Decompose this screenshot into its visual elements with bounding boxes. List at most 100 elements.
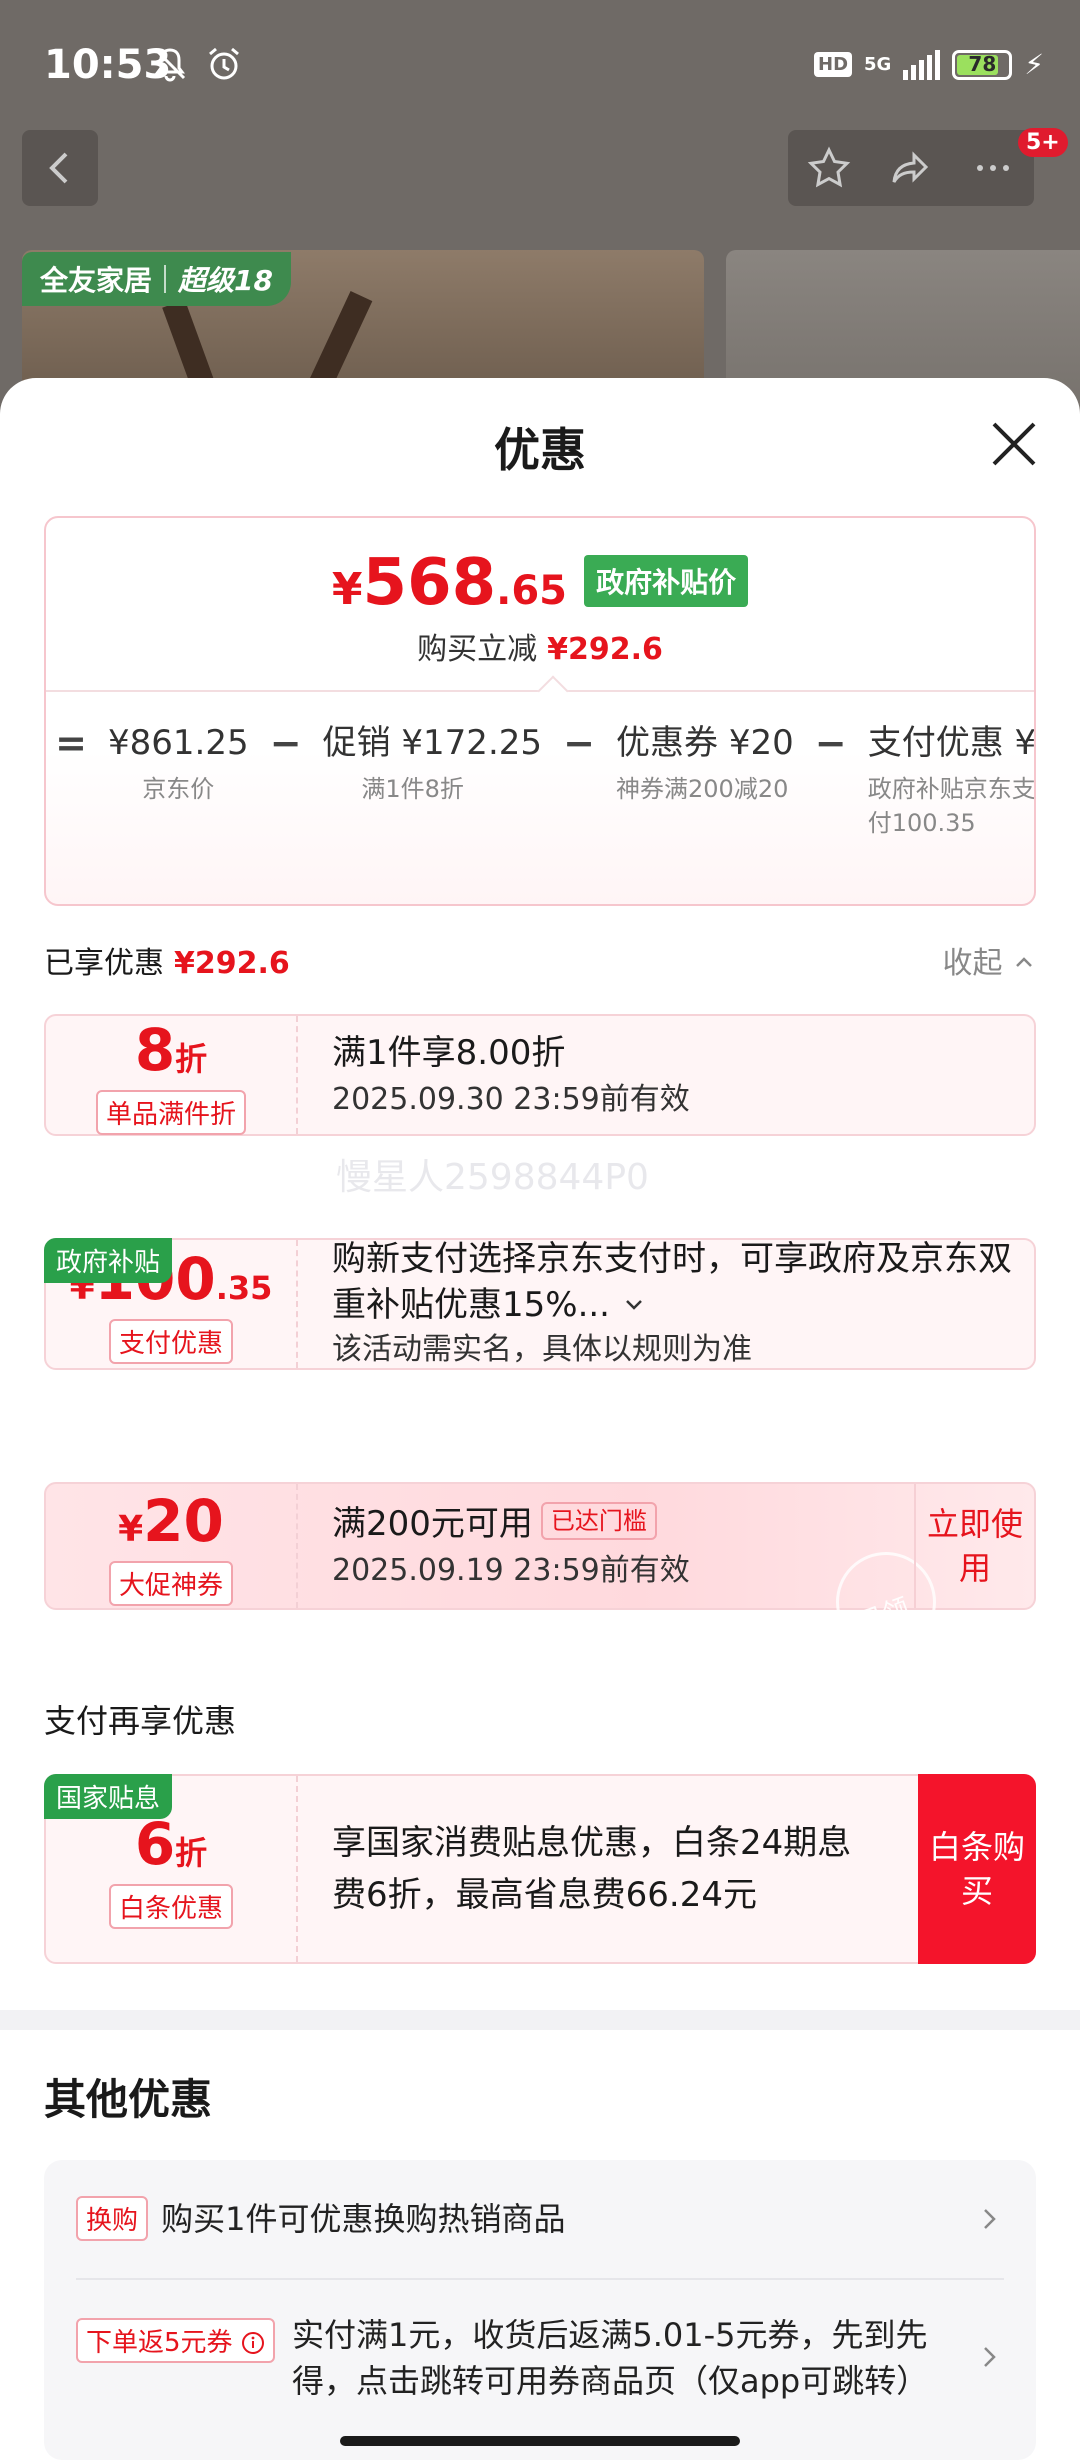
brand-name: 全友家居 — [40, 264, 153, 297]
offer-tag: 换购 — [76, 2196, 149, 2241]
bell-off-icon — [154, 48, 186, 82]
charging-icon: ⚡ — [1024, 48, 1044, 81]
collapse-button[interactable]: 收起 — [942, 938, 1036, 982]
coupon-body[interactable]: 购新支付选择京东支付时，可享政府及京东双重补贴优惠15%... 该活动需实名，具… — [332, 1239, 1014, 1368]
currency-symbol: ¥ — [118, 1508, 144, 1550]
chevron-up-icon — [1016, 957, 1032, 967]
status-right-icons: HD 5G 78 ⚡ — [814, 48, 1044, 81]
chevron-right-icon — [984, 2347, 996, 2367]
coupon-card-baitiao: 6折 白条优惠 享国家消费贴息优惠，白条24期息费6折，最高省息费66.24元 … — [44, 1774, 1036, 1964]
list-item[interactable]: 换购 购买1件可优惠换购热销商品 — [76, 2196, 1004, 2242]
chevron-left-icon — [49, 152, 68, 184]
coupon-type-tag: 大促神券 — [108, 1560, 233, 1606]
coupon-value: 8 — [134, 1015, 176, 1084]
price-formula: = ¥861.25 京东价 − 促销 ¥172.25 满1件8折 − 优惠券 ¥… — [46, 718, 1036, 840]
hd-icon: HD — [814, 52, 853, 77]
gov-subsidy-price-tag: 政府补贴价 — [584, 555, 749, 607]
use-now-button[interactable]: 立即使用 — [914, 1484, 1034, 1608]
formula-operator: − — [814, 721, 847, 765]
user-watermark: 慢星人2598844P0 — [336, 1157, 649, 1198]
alarm-icon — [209, 47, 239, 80]
formula-sub: 神券满200减20 — [616, 775, 789, 803]
formula-amount: 优惠券 ¥20 — [616, 723, 794, 763]
coupon-body: 享国家消费贴息优惠，白条24期息费6折，最高省息费66.24元 — [332, 1776, 884, 1962]
formula-sub: 满1件8折 — [361, 775, 464, 803]
list-item[interactable]: 下单返5元券 实付满1元，收货后返满5.01-5元券，先到先得，点击跳转可用券商… — [76, 2312, 1004, 2404]
home-indicator[interactable] — [340, 2436, 740, 2446]
coupon-body: 满200元可用 已达门槛 2025.09.19 23:59前有效 — [332, 1484, 894, 1608]
corner-tag: 国家贴息 — [44, 1774, 173, 1819]
coupon-title-text: 购新支付选择京东支付时，可享政府及京东双重补贴优惠15%... — [332, 1239, 1012, 1325]
coupon-title: 享国家消费贴息优惠，白条24期息费6折，最高省息费66.24元 — [332, 1823, 852, 1915]
offer-text: 购买1件可优惠换购热销商品 — [161, 2200, 566, 2238]
back-button[interactable] — [22, 130, 98, 206]
coupon-validity: 2025.09.19 23:59前有效 — [332, 1553, 690, 1588]
instant-discount: 购买立减 ¥292.6 — [46, 624, 1034, 668]
formula-operator: − — [269, 721, 302, 765]
coupon-unit: 折 — [175, 1039, 208, 1078]
battery-level: 78 — [968, 51, 997, 76]
coupon-type-tag: 支付优惠 — [108, 1318, 233, 1364]
corner-tag: 政府补贴 — [44, 1238, 173, 1283]
formula-item: ¥861.25 京东价 — [96, 718, 261, 840]
more-icon[interactable] — [968, 143, 1018, 193]
coupon-value-decimal: .35 — [215, 1268, 273, 1307]
network-label: 5G — [864, 53, 892, 75]
instant-discount-label: 购买立减 — [417, 632, 538, 667]
chevron-right-icon — [984, 2209, 996, 2229]
final-price: ¥ 568 .65 — [332, 546, 567, 620]
coupon-value: 20 — [143, 1486, 224, 1555]
close-icon[interactable] — [988, 418, 1040, 470]
brand-tag: 全友家居 超级18 — [22, 252, 291, 306]
status-bar: 10:53 HD 5G 78 ⚡ — [0, 0, 1080, 130]
enjoyed-label: 已享优惠 — [44, 946, 164, 981]
signal-icon — [903, 49, 941, 80]
currency-symbol: ¥ — [331, 564, 363, 615]
header-actions — [788, 130, 1034, 206]
threshold-reached-tag: 已达门槛 — [540, 1502, 657, 1540]
coupon-card-super: ¥20 大促神券 满200元可用 已达门槛 2025.09.19 23:59前有效… — [44, 1482, 1036, 1652]
coupon-note: 该活动需实名，具体以规则为准 — [332, 1332, 752, 1367]
coupon-title: 购新支付选择京东支付时，可享政府及京东双重补贴优惠15%... — [332, 1236, 1014, 1328]
info-icon[interactable] — [241, 2331, 265, 2355]
formula-item: 优惠券 ¥20 神券满200减20 — [604, 718, 806, 840]
chevron-down-icon[interactable] — [621, 1292, 647, 1318]
coupon-title: 满1件享8.00折 — [332, 1033, 566, 1073]
sheet-title: 优惠 — [494, 423, 586, 477]
formula-item: 促销 ¥172.25 满1件8折 — [311, 718, 554, 840]
offer-tag-text: 下单返5元券 — [86, 2328, 233, 2358]
coupon-type-tag: 白条优惠 — [108, 1883, 233, 1929]
claimed-stamp-text: 已领 — [854, 1592, 914, 1639]
battery-icon: 78 — [952, 49, 1013, 80]
formula-sub: 政府补贴京东支付100.35 — [867, 775, 1036, 837]
star-icon[interactable] — [804, 143, 854, 193]
coupon-validity: 2025.09.30 23:59前有效 — [332, 1082, 690, 1117]
enjoyed-discount-row: 已享优惠 ¥292.6 收起 — [44, 938, 1036, 988]
formula-amount: 支付优惠 ¥100.35 — [867, 723, 1036, 763]
coupon-type-tag: 单品满件折 — [95, 1089, 246, 1135]
formula-sub: 京东价 — [142, 775, 215, 803]
coupon-title-text: 满200元可用 — [332, 1504, 533, 1544]
price-decimal: .65 — [496, 568, 567, 614]
coupon-value: 6 — [134, 1809, 176, 1878]
message-badge: 5+ — [1018, 128, 1068, 157]
other-discounts-title: 其他优惠 — [44, 2075, 213, 2124]
offer-text: 实付满1元，收货后返满5.01-5元券，先到先得，点击跳转可用券商品页（仅app… — [292, 2316, 929, 2400]
brand-campaign: 超级18 — [178, 264, 273, 297]
coupon-value-block: 8折 单品满件折 — [46, 1015, 298, 1135]
status-left-icons — [150, 44, 244, 84]
baitiao-buy-button[interactable]: 白条购买 — [918, 1774, 1036, 1964]
price-breakdown-card: ¥ 568 .65 政府补贴价 购买立减 ¥292.6 = ¥861.25 京东价… — [44, 516, 1036, 906]
instant-discount-value: ¥292.6 — [547, 632, 663, 667]
formula-operator: − — [563, 721, 595, 765]
discount-sheet: 优惠 ¥ 568 .65 政府补贴价 购买立减 ¥292.6 = ¥861.25 … — [0, 378, 1080, 2460]
coupon-card-gov-subsidy: ¥100.35 支付优惠 购新支付选择京东支付时，可享政府及京东双重补贴优惠15… — [44, 1238, 1036, 1370]
offer-tag: 下单返5元券 — [76, 2318, 275, 2363]
formula-amount: 促销 ¥172.25 — [322, 723, 543, 763]
collapse-label: 收起 — [942, 946, 1003, 981]
share-icon[interactable] — [886, 143, 936, 193]
price-integer: 568 — [362, 546, 497, 620]
final-price-block: ¥ 568 .65 政府补贴价 购买立减 ¥292.6 — [46, 546, 1034, 668]
enjoyed-value: ¥292.6 — [174, 946, 290, 981]
formula-amount: ¥861.25 — [108, 723, 249, 763]
